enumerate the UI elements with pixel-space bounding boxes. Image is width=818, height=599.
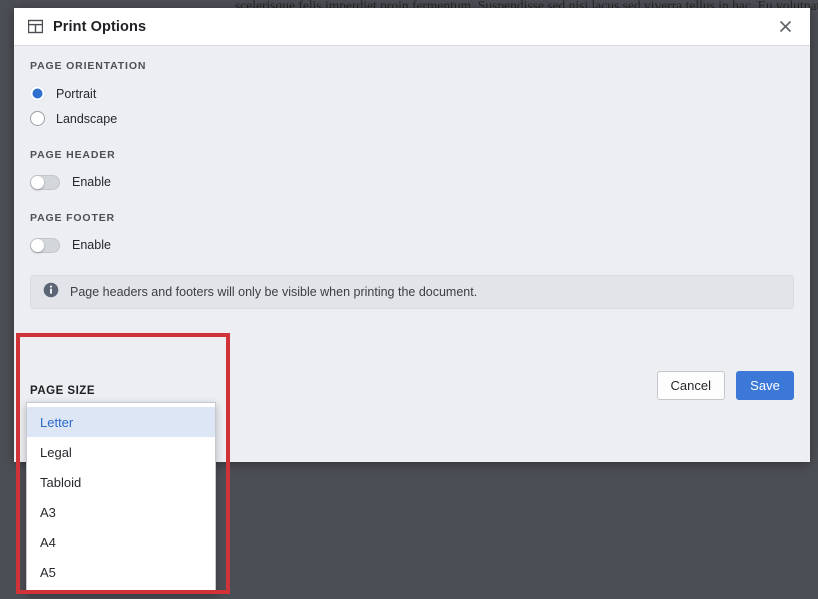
dropdown-option-tabloid[interactable]: Tabloid <box>27 467 215 497</box>
dialog-title-group: Print Options <box>28 19 146 35</box>
dialog-title: Print Options <box>53 18 147 35</box>
page-footer-toggle-label: Enable <box>72 238 111 252</box>
radio-landscape[interactable]: Landscape <box>30 106 794 131</box>
info-banner-text: Page headers and footers will only be vi… <box>70 285 478 299</box>
page-header-group: PAGE HEADER Enable <box>30 149 794 194</box>
print-options-dialog: Print Options PAGE ORIENTATION Portrait … <box>14 8 810 462</box>
radio-landscape-label: Landscape <box>56 111 118 126</box>
page-header-toggle-label: Enable <box>72 175 111 189</box>
page-footer-toggle-knob <box>31 238 44 252</box>
dropdown-option-a3[interactable]: A3 <box>27 497 215 527</box>
page-header-toggle-track <box>30 174 60 190</box>
page-header-label: PAGE HEADER <box>30 149 116 161</box>
page-footer-group: PAGE FOOTER Enable <box>30 212 794 257</box>
cancel-button[interactable]: Cancel <box>656 371 725 400</box>
dropdown-option-a4[interactable]: A4 <box>27 527 215 557</box>
info-banner: Page headers and footers will only be vi… <box>30 275 794 309</box>
page-footer-enable-toggle[interactable]: Enable <box>30 233 794 257</box>
dropdown-option-letter[interactable]: Letter <box>27 407 215 437</box>
radio-portrait-label: Portrait <box>56 86 97 101</box>
close-icon[interactable] <box>772 14 798 40</box>
radio-landscape-mark <box>30 111 45 126</box>
page-layout-icon <box>28 19 43 34</box>
page-orientation-group: PAGE ORIENTATION Portrait Landscape <box>30 60 794 131</box>
page-footer-label: PAGE FOOTER <box>30 212 115 224</box>
info-circle-icon <box>43 282 59 303</box>
dialog-body: PAGE ORIENTATION Portrait Landscape PAGE… <box>14 46 810 433</box>
page-header-enable-toggle[interactable]: Enable <box>30 170 794 194</box>
page-size-label: PAGE SIZE <box>30 385 95 397</box>
dialog-header: Print Options <box>14 8 810 46</box>
page-header-toggle-knob <box>31 175 44 189</box>
dropdown-option-legal[interactable]: Legal <box>27 437 215 467</box>
page-size-dropdown[interactable]: Letter Legal Tabloid A3 A4 A5 <box>26 402 216 594</box>
page-orientation-label: PAGE ORIENTATION <box>30 60 147 72</box>
save-button[interactable]: Save <box>736 371 794 400</box>
dialog-footer: Cancel Save <box>656 371 794 400</box>
radio-portrait-mark <box>30 86 45 101</box>
dropdown-option-a5[interactable]: A5 <box>27 557 215 587</box>
radio-portrait[interactable]: Portrait <box>30 81 794 106</box>
page-footer-toggle-track <box>30 237 60 253</box>
